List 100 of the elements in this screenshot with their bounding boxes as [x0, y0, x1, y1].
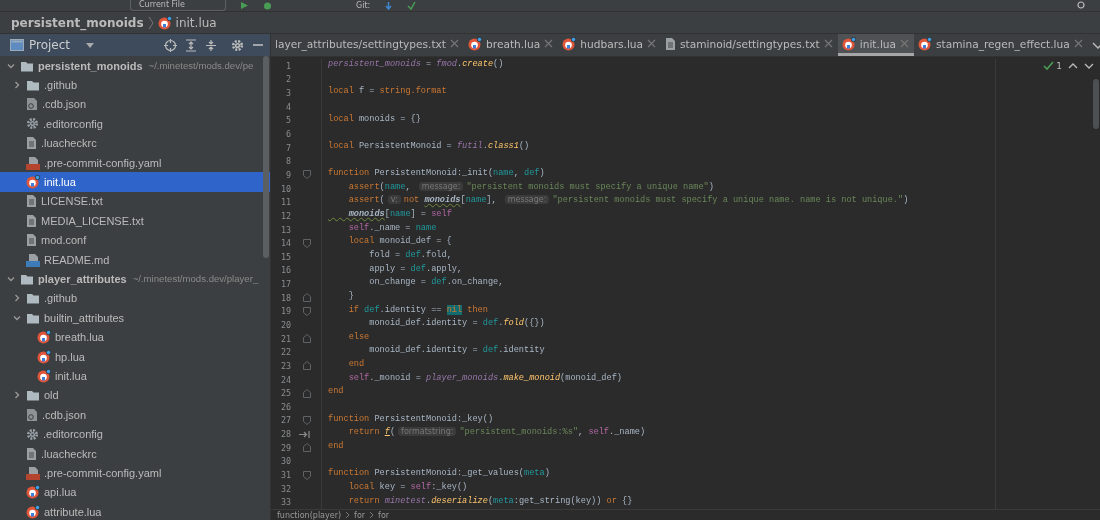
code-crumb[interactable]: function(player): [277, 510, 342, 520]
code-line: fold = def.fold,: [368, 249, 452, 262]
editor-tab[interactable]: stamina_regen_effect.lua: [914, 34, 1088, 56]
folder-path: ~/.minetest/mods.dev/pe: [148, 60, 254, 72]
tree-item[interactable]: .luacheckrc: [0, 443, 270, 464]
code-crumb[interactable]: for: [354, 510, 366, 520]
line-number: 4: [284, 101, 291, 112]
tree-item[interactable]: old: [0, 385, 270, 406]
tree-item[interactable]: .luacheckrc: [0, 133, 270, 153]
inspection-count[interactable]: 1: [1056, 61, 1062, 71]
tree-item[interactable]: api.lua: [0, 482, 270, 502]
chevron-right-icon[interactable]: [12, 390, 22, 401]
code-line: local monoids = {}: [328, 113, 421, 126]
code-line: self._name = name: [347, 222, 437, 235]
markdown-file-icon: [26, 252, 40, 267]
scrollbar-thumb[interactable]: [1093, 79, 1099, 129]
run-icon[interactable]: [240, 1, 249, 10]
line-number: 16: [279, 265, 291, 276]
tree-item[interactable]: persistent_monoids ~/.minetest/mods.dev/pe: [0, 56, 270, 76]
lua-file-icon: [26, 485, 40, 500]
target-icon[interactable]: [164, 38, 177, 52]
fold-end-marker-icon: [303, 443, 311, 453]
close-icon[interactable]: [647, 39, 657, 48]
tree-item[interactable]: README.md: [0, 249, 270, 270]
folder-path: ~/.minetest/mods.dev/player_: [132, 273, 259, 285]
lua-file-icon: [37, 330, 51, 345]
close-icon[interactable]: [900, 39, 910, 48]
tab-list-chevron-icon[interactable]: [1091, 40, 1100, 50]
tree-item[interactable]: .cdb.json: [0, 405, 270, 425]
tree-item[interactable]: .pre-commit-config.yaml: [0, 463, 270, 483]
close-icon[interactable]: [544, 39, 554, 48]
lua-file-icon: [157, 15, 172, 30]
folder-icon: [20, 59, 34, 72]
code-crumb[interactable]: for: [378, 510, 390, 520]
line-number: 12: [279, 210, 291, 221]
close-icon[interactable]: [1073, 39, 1083, 48]
collapse-all-icon[interactable]: [205, 38, 217, 52]
fold-end-marker-icon: [303, 361, 311, 371]
line-number: 9: [284, 169, 291, 180]
line-number: 2: [284, 74, 291, 85]
close-icon[interactable]: [823, 39, 833, 48]
code-line: function PersistentMonoid:_key(): [328, 413, 494, 426]
code-line: self._monoid = player_monoids.make_monoid(monoid_def): [347, 372, 622, 385]
line-number: 14: [279, 238, 291, 249]
line-number: 5: [284, 115, 291, 126]
line-number: 18: [279, 292, 291, 303]
project-crumb[interactable]: persistent_monoids: [11, 15, 144, 30]
tree-item[interactable]: mod.conf: [0, 230, 270, 250]
folder-icon: [20, 273, 34, 285]
close-icon[interactable]: [450, 39, 460, 48]
expand-all-icon[interactable]: [185, 38, 197, 52]
chevron-down-icon[interactable]: [6, 274, 16, 284]
next-highlight-icon[interactable]: [1084, 62, 1094, 70]
line-number: 17: [279, 279, 291, 290]
previous-highlight-icon[interactable]: [1068, 62, 1078, 70]
search-icon[interactable]: [1077, 1, 1086, 10]
editor-tab[interactable]: layer_attributes/settingtypes.txt: [271, 34, 465, 56]
tree-item[interactable]: builtin_attributes: [0, 308, 270, 328]
chevron-right-icon[interactable]: [12, 80, 22, 91]
tree-item[interactable]: attribute.lua: [0, 502, 270, 520]
debug-icon[interactable]: [263, 1, 272, 10]
file-crumb[interactable]: init.lua: [175, 15, 217, 30]
line-number: 19: [279, 306, 291, 317]
tree-item[interactable]: LICENSE.txt: [0, 191, 270, 212]
scrollbar-thumb[interactable]: [263, 56, 269, 258]
update-project-icon[interactable]: [384, 1, 394, 10]
tree-item[interactable]: hp.lua: [0, 346, 270, 367]
tree-item[interactable]: .cdb.json: [0, 94, 270, 115]
editor-tab[interactable]: hudbars.lua: [558, 34, 662, 56]
editor-tab[interactable]: staminoid/settingtypes.txt: [661, 34, 838, 56]
line-number: 27: [279, 415, 291, 426]
project-view-selector[interactable]: Project: [10, 38, 96, 52]
code-line: apply = def.apply,: [368, 263, 463, 276]
editor-tab[interactable]: breath.lua: [464, 34, 559, 56]
editor-tab[interactable]: init.lua: [837, 34, 915, 56]
line-number: 7: [284, 142, 291, 153]
tree-item[interactable]: breath.lua: [0, 327, 270, 347]
tree-item[interactable]: .github: [0, 75, 270, 95]
tree-item[interactable]: .github: [0, 288, 270, 309]
yaml-file-icon: [26, 155, 40, 170]
settings-icon[interactable]: [231, 38, 244, 52]
tree-item[interactable]: init.lua: [0, 172, 270, 192]
line-number: 30: [279, 456, 291, 467]
code-line: monoid_def.identity = def.identity: [368, 345, 545, 358]
text-file-icon: [26, 446, 37, 461]
line-number: 10: [279, 183, 291, 194]
gear-icon: [26, 427, 39, 441]
chevron-right-icon[interactable]: [12, 293, 22, 304]
tree-item[interactable]: MEDIA_LICENSE.txt: [0, 211, 270, 231]
tree-item[interactable]: .pre-commit-config.yaml: [0, 152, 270, 173]
line-number: 8: [284, 156, 291, 167]
commit-icon[interactable]: [407, 1, 417, 10]
tree-item[interactable]: .editorconfig: [0, 114, 270, 134]
run-configuration-dropdown[interactable]: Current File: [130, 0, 226, 11]
line-number: 24: [279, 374, 291, 385]
code-line: function PersistentMonoid:_get_values(meta): [328, 468, 550, 481]
tree-item[interactable]: player_attributes ~/.minetest/mods.dev/player_: [0, 269, 270, 289]
tree-item[interactable]: init.lua: [0, 366, 270, 386]
code-line: monoids[name] = self: [347, 209, 452, 222]
tree-item[interactable]: .editorconfig: [0, 424, 270, 444]
